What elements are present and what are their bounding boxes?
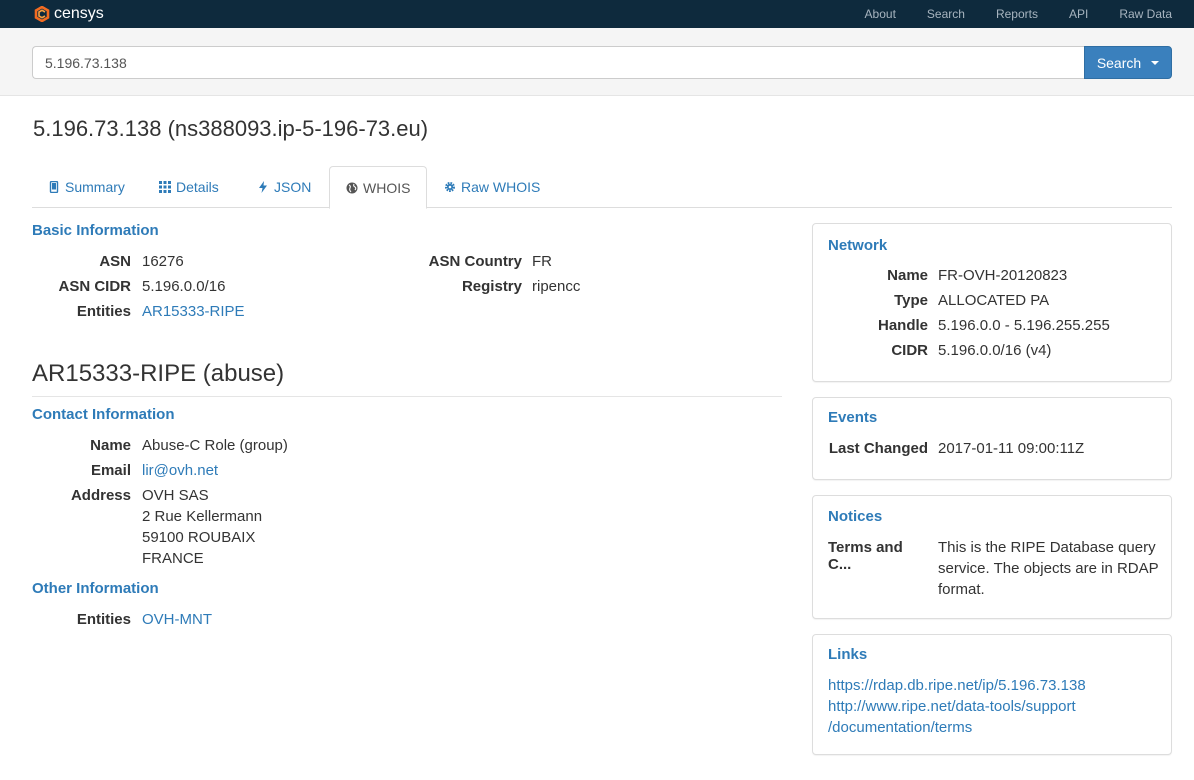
basic-info-heading: Basic Information — [32, 222, 159, 239]
nav-link-reports[interactable]: Reports — [996, 7, 1038, 21]
last-changed-label: Last Changed — [828, 440, 928, 457]
contact-email-link[interactable]: lir@ovh.net — [142, 462, 218, 479]
tab-details-label: Details — [176, 179, 219, 195]
globe-icon — [346, 182, 358, 193]
top-navbar: censys About Search Reports API Raw Data — [0, 0, 1194, 28]
network-type-value: ALLOCATED PA — [938, 292, 1050, 309]
entities-link[interactable]: AR15333-RIPE — [142, 303, 245, 320]
terms-link-line-1[interactable]: http://www.ripe.net/data-tools/support — [828, 698, 1076, 715]
address-line-1: OVH SAS — [142, 487, 209, 504]
search-button-label: Search — [1096, 54, 1142, 71]
network-cidr-value: 5.196.0.0/16 (v4) — [938, 342, 1052, 359]
other-entities-link[interactable]: OVH-MNT — [142, 611, 212, 628]
search-input[interactable] — [32, 46, 1085, 79]
notices-panel: Notices Terms and C... This is the RIPE … — [812, 495, 1172, 619]
address-line-4: FRANCE — [142, 550, 204, 567]
registry-label: Registry — [461, 278, 522, 295]
contact-info-heading: Contact Information — [32, 406, 175, 423]
tab-summary[interactable]: Summary — [32, 166, 141, 208]
nav-link-api[interactable]: API — [1069, 7, 1088, 21]
tab-whois-label: WHOIS — [363, 179, 411, 196]
address-line-2: 2 Rue Kellermann — [142, 508, 263, 525]
other-info-heading: Other Information — [32, 580, 159, 597]
top-nav-links: About Search Reports API Raw Data — [834, 0, 1172, 28]
network-panel: Network Name FR-OVH-20120823 Type ALLOCA… — [812, 223, 1172, 382]
search-button[interactable]: Search — [1084, 46, 1172, 79]
other-entities-label: Entities — [76, 611, 131, 628]
tab-json-label: JSON — [274, 179, 312, 195]
address-line-3: 59100 ROUBAIX — [142, 529, 256, 546]
asn-label: ASN — [99, 253, 131, 270]
logo-text: censys — [54, 5, 104, 22]
events-heading: Events — [828, 409, 878, 426]
asn-country-value: FR — [532, 253, 552, 270]
network-heading: Network — [828, 237, 888, 254]
rdap-link[interactable]: https://rdap.db.ripe.net/ip/5.196.73.138 — [828, 677, 1086, 694]
tab-raw-whois-label: Raw WHOIS — [461, 179, 541, 195]
page-title: 5.196.73.138 (ns388093.ip-5-196-73.eu) — [33, 116, 429, 141]
censys-logo[interactable]: censys — [34, 3, 104, 25]
terms-label: Terms and C... — [828, 539, 903, 573]
grid-icon — [159, 181, 171, 193]
entities-label: Entities — [76, 303, 131, 320]
tab-bar: Summary Details JSON WHOIS Raw WHOIS — [32, 166, 1172, 209]
asn-value: 16276 — [142, 253, 184, 270]
nav-link-about[interactable]: About — [865, 7, 896, 21]
asn-country-label: ASN Country — [428, 253, 522, 270]
bolt-icon — [259, 181, 267, 193]
search-bar: Search — [0, 28, 1194, 96]
tab-raw-whois[interactable]: Raw WHOIS — [428, 166, 556, 208]
contact-address-label: Address — [70, 487, 131, 504]
tab-summary-label: Summary — [65, 179, 125, 195]
network-handle-label: Handle — [877, 317, 928, 334]
divider — [32, 396, 782, 397]
caret-down-icon — [1151, 60, 1160, 65]
terms-line-2: service. The objects are in RDAP — [938, 560, 1159, 577]
network-name-value: FR-OVH-20120823 — [938, 267, 1068, 284]
entity-title: AR15333-RIPE (abuse) — [32, 360, 285, 387]
notices-heading: Notices — [828, 508, 883, 525]
tab-whois[interactable]: WHOIS — [329, 166, 428, 209]
links-heading: Links — [828, 646, 868, 663]
network-name-label: Name — [887, 267, 928, 284]
censys-logo-icon — [34, 6, 50, 22]
terms-link-line-2[interactable]: /documentation/terms — [828, 719, 972, 736]
contact-name-value: Abuse-C Role (group) — [142, 437, 288, 454]
links-panel: Links https://rdap.db.ripe.net/ip/5.196.… — [812, 634, 1172, 755]
contact-name-label: Name — [90, 437, 131, 454]
contact-email-label: Email — [90, 462, 131, 479]
asn-cidr-value: 5.196.0.0/16 — [142, 278, 226, 295]
network-handle-value: 5.196.0.0 - 5.196.255.255 — [938, 317, 1110, 334]
nav-link-search[interactable]: Search — [927, 7, 965, 21]
tab-json[interactable]: JSON — [241, 166, 327, 208]
last-changed-value: 2017-01-11 09:00:11Z — [938, 440, 1085, 457]
terms-line-3: format. — [938, 581, 985, 598]
network-cidr-label: CIDR — [891, 342, 928, 359]
events-panel: Events Last Changed 2017-01-11 09:00:11Z — [812, 397, 1172, 480]
gear-icon — [445, 182, 455, 192]
asn-cidr-label: ASN CIDR — [58, 278, 131, 295]
registry-value: ripencc — [532, 278, 581, 295]
tab-details[interactable]: Details — [143, 166, 235, 208]
terms-line-1: This is the RIPE Database query — [938, 539, 1156, 556]
mobile-icon — [49, 181, 59, 193]
network-type-label: Type — [894, 292, 928, 309]
nav-link-raw-data[interactable]: Raw Data — [1119, 7, 1172, 21]
